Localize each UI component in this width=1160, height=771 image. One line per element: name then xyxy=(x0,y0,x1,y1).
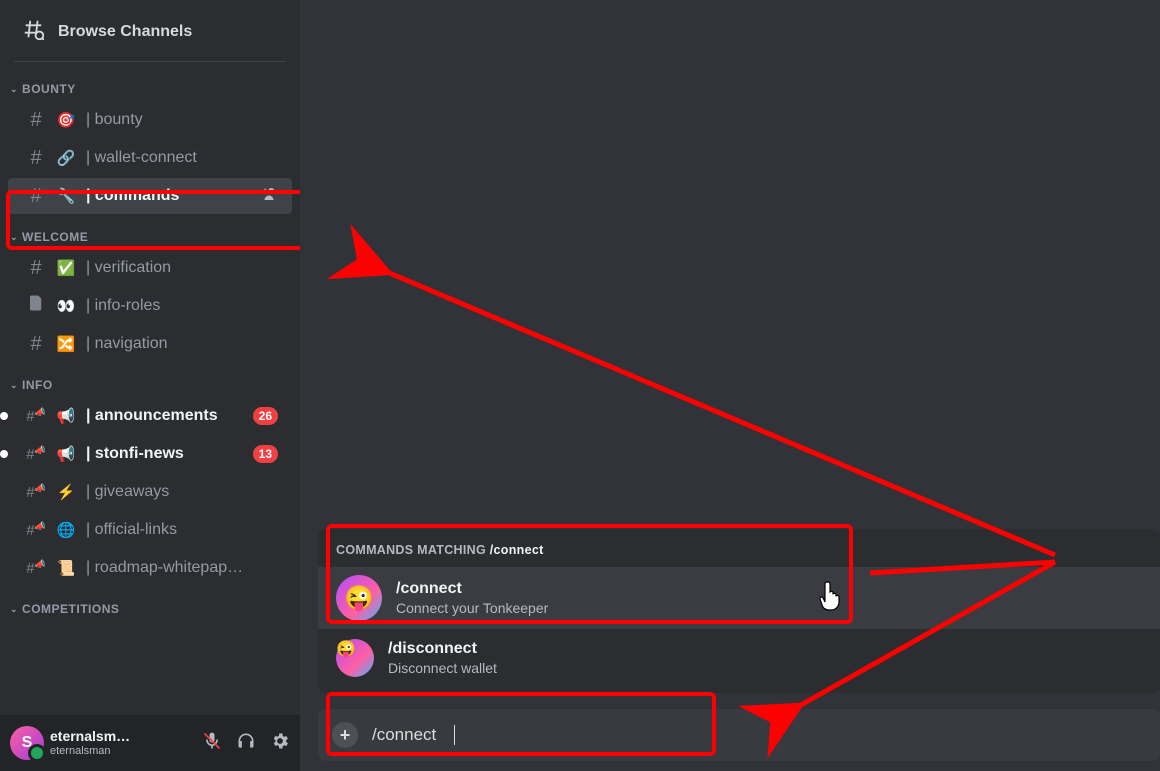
channel-item[interactable]: #📣 📢 | stonfi-news 13 xyxy=(8,436,292,472)
channel-item[interactable]: # 🔧 | commands xyxy=(8,178,292,214)
hash-icon: # xyxy=(26,257,46,280)
app-root: Browse Channels ⌄ BOUNTY # 🎯 | bounty # 🔗 | wa… xyxy=(0,0,1160,771)
channel-emoji: ✅ xyxy=(56,259,76,277)
channel-item[interactable]: # 🎯 | bounty xyxy=(8,102,292,138)
channel-item[interactable]: # ✅ | verification xyxy=(8,250,292,286)
channel-item[interactable]: # 🔀 | navigation xyxy=(8,326,292,362)
bot-avatar: 😜 xyxy=(336,575,382,621)
channel-emoji: 🎯 xyxy=(56,111,76,129)
unread-badge: 26 xyxy=(253,407,278,425)
channel-item[interactable]: #📣 📢 | announcements 26 xyxy=(8,398,292,434)
channel-label: | commands xyxy=(86,187,179,205)
channel-emoji: 🔧 xyxy=(56,187,76,205)
channel-label: | wallet-connect xyxy=(86,149,197,167)
channel-item[interactable]: 👀 | info-roles xyxy=(8,288,292,324)
hash-icon: # xyxy=(26,333,46,356)
channel-label: | stonfi-news xyxy=(86,445,184,463)
hash-icon: # xyxy=(26,109,46,132)
rules-icon xyxy=(26,294,46,318)
channel-emoji: 📢 xyxy=(56,407,76,425)
chevron-down-icon: ⌄ xyxy=(10,604,18,615)
channel-emoji: 🔗 xyxy=(56,149,76,167)
command-suggestion[interactable]: 😜 /connect Connect your Tonkeeper xyxy=(318,567,1160,629)
typed-text: /connect xyxy=(372,725,436,745)
mute-mic-icon[interactable] xyxy=(202,731,222,756)
user-footer: S eternalsm… eternalsman xyxy=(0,715,300,771)
chevron-down-icon: ⌄ xyxy=(10,232,18,243)
cursor-pointer-icon xyxy=(818,580,846,614)
channel-emoji: ⚡ xyxy=(56,483,76,501)
channel-emoji: 🌐 xyxy=(56,521,76,539)
browse-label: Browse Channels xyxy=(58,23,192,41)
user-block[interactable]: eternalsm… eternalsman xyxy=(50,729,130,756)
channel-emoji: 👀 xyxy=(56,297,76,315)
headphones-icon[interactable] xyxy=(236,731,256,756)
unread-pill xyxy=(0,412,8,420)
unread-pill xyxy=(0,450,8,458)
channel-label: | giveaways xyxy=(86,483,169,501)
browse-channels[interactable]: Browse Channels xyxy=(0,12,300,61)
command-subtitle: Connect your Tonkeeper xyxy=(396,600,548,616)
main-area: COMMANDS MATCHING /connect 😜 /connect Conn… xyxy=(300,0,1160,771)
command-title: /connect xyxy=(396,580,548,598)
channel-label: | official-links xyxy=(86,521,177,539)
message-input[interactable]: + /connect xyxy=(318,709,1160,761)
command-matching-header: COMMANDS MATCHING /connect xyxy=(318,543,1160,565)
chevron-down-icon: ⌄ xyxy=(10,84,18,95)
command-title: /disconnect xyxy=(388,640,497,658)
channel-label: | roadmap-whitepap… xyxy=(86,559,243,577)
unread-badge: 13 xyxy=(253,445,278,463)
hash-icon: # xyxy=(26,147,46,170)
category-competitions[interactable]: ⌄ COMPETITIONS xyxy=(0,588,300,620)
hash-announce-icon: #📣 xyxy=(26,483,46,501)
channel-label: | navigation xyxy=(86,335,168,353)
category-welcome[interactable]: ⌄ WELCOME xyxy=(0,216,300,248)
channel-emoji: 📢 xyxy=(56,445,76,463)
category-bounty[interactable]: ⌄ BOUNTY xyxy=(0,68,300,100)
hash-announce-icon: #📣 xyxy=(26,559,46,577)
divider xyxy=(14,61,286,62)
user-avatar[interactable]: S xyxy=(10,726,44,760)
channel-label: | info-roles xyxy=(86,297,160,315)
user-status: eternalsman xyxy=(50,745,130,757)
category-info[interactable]: ⌄ INFO xyxy=(0,364,300,396)
browse-icon xyxy=(22,18,44,45)
channel-item[interactable]: #📣 ⚡ | giveaways xyxy=(8,474,292,510)
user-name: eternalsm… xyxy=(50,729,130,744)
text-caret xyxy=(454,725,455,745)
channel-label: | announcements xyxy=(86,407,218,425)
command-suggestion[interactable]: 😜 /disconnect Disconnect wallet xyxy=(318,631,1160,685)
command-subtitle: Disconnect wallet xyxy=(388,660,497,676)
channel-emoji: 🔀 xyxy=(56,335,76,353)
channel-item[interactable]: #📣 🌐 | official-links xyxy=(8,512,292,548)
command-autocomplete-panel: COMMANDS MATCHING /connect 😜 /connect Conn… xyxy=(318,529,1160,693)
hash-icon: # xyxy=(26,185,46,208)
chevron-down-icon: ⌄ xyxy=(10,380,18,391)
hash-announce-icon: #📣 xyxy=(26,445,46,463)
channel-item[interactable]: #📣 📜 | roadmap-whitepap… xyxy=(8,550,292,586)
hash-announce-icon: #📣 xyxy=(26,407,46,425)
hash-announce-icon: #📣 xyxy=(26,521,46,539)
channel-item[interactable]: # 🔗 | wallet-connect xyxy=(8,140,292,176)
channel-label: | bounty xyxy=(86,111,143,129)
bot-avatar: 😜 xyxy=(336,639,374,677)
channel-emoji: 📜 xyxy=(56,559,76,577)
add-user-icon[interactable] xyxy=(260,185,278,208)
settings-gear-icon[interactable] xyxy=(270,731,290,756)
channel-sidebar: Browse Channels ⌄ BOUNTY # 🎯 | bounty # 🔗 | wa… xyxy=(0,0,300,771)
attach-plus-icon[interactable]: + xyxy=(332,722,358,748)
channel-label: | verification xyxy=(86,259,171,277)
